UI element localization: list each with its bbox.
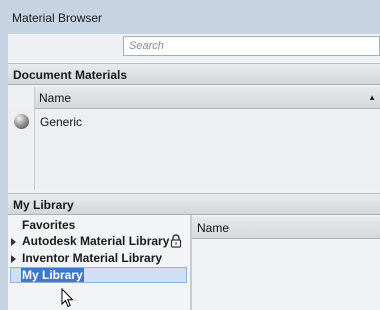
mouse-cursor-icon (61, 288, 74, 308)
search-placeholder: Search (129, 40, 164, 52)
document-materials-title: Document Materials (13, 68, 128, 82)
material-row-generic[interactable]: Generic (40, 115, 82, 129)
material-sphere-icon (14, 114, 29, 129)
tree-item-my-library-label: My Library (21, 268, 84, 282)
window-title: Material Browser (12, 11, 103, 25)
column-divider (34, 87, 35, 190)
expand-arrow-icon[interactable] (11, 255, 16, 263)
sort-ascending-icon: ▲ (368, 93, 376, 102)
tree-item-inventor-material-library[interactable]: Inventor Material Library (22, 251, 162, 265)
my-library-title: My Library (13, 198, 74, 212)
expand-arrow-icon[interactable] (11, 238, 16, 246)
lock-icon (170, 234, 182, 248)
tree-item-favorites[interactable]: Favorites (22, 218, 75, 232)
name-column-label: Name (39, 91, 72, 105)
library-name-column-label: Name (197, 221, 230, 235)
my-library-header[interactable]: My Library (8, 193, 380, 215)
document-name-column-header[interactable]: Name ▲ (34, 87, 380, 109)
search-input[interactable]: Search (123, 36, 380, 56)
window-frame-left (0, 34, 8, 310)
library-name-column-header[interactable]: Name (192, 217, 380, 239)
tree-item-autodesk-material-library[interactable]: Autodesk Material Library (22, 234, 169, 248)
document-materials-header[interactable]: Document Materials (8, 63, 380, 85)
